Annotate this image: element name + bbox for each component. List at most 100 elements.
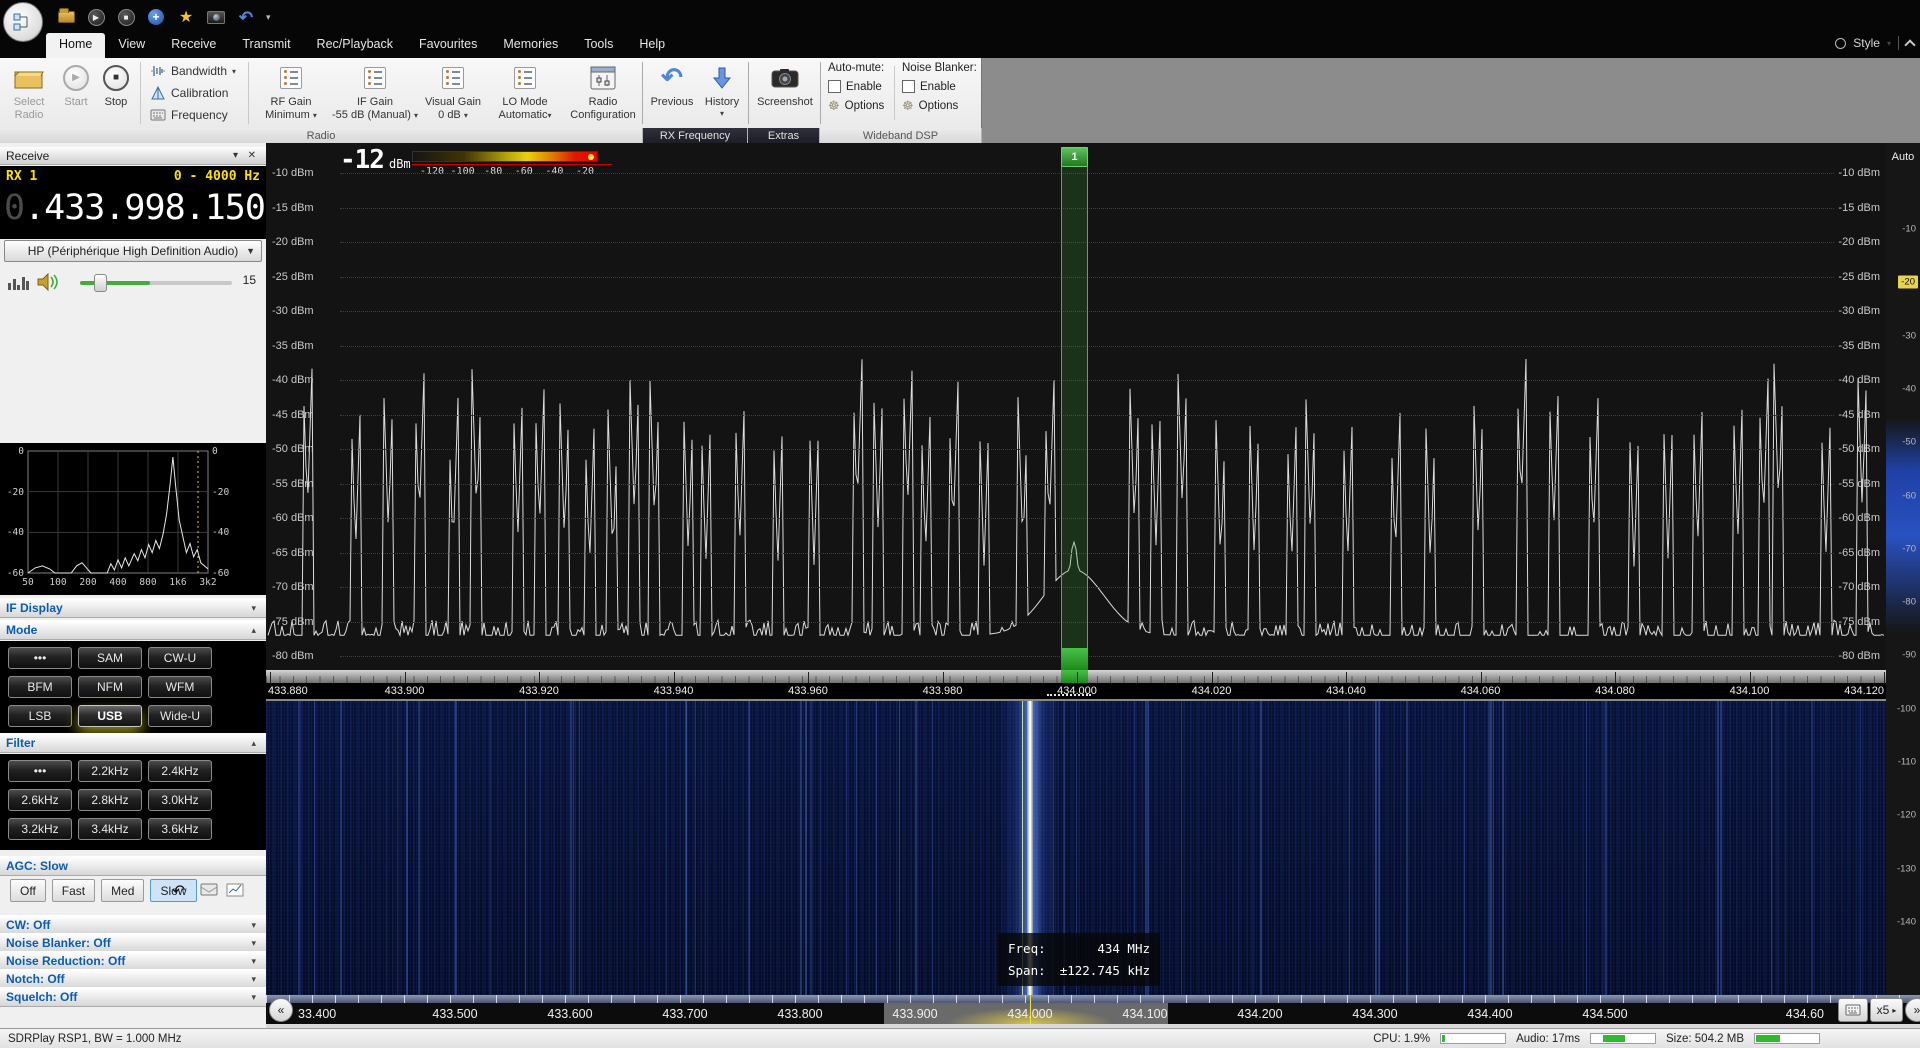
filter-button-2-4khz[interactable]: 2.4kHz — [148, 760, 212, 782]
waterfall-scroll-right-button[interactable]: » — [1905, 998, 1920, 1022]
open-folder-icon[interactable] — [56, 7, 76, 27]
waterfall-streak — [1493, 701, 1494, 995]
section-filter[interactable]: Filter▴ — [0, 733, 266, 753]
receive-panel-header[interactable]: Receive ▾ ✕ — [0, 147, 266, 165]
tab-receive[interactable]: Receive — [158, 33, 229, 58]
waterfall-scroll-left-button[interactable]: « — [269, 998, 293, 1022]
noise-blanker-options-button[interactable]: ☸Options — [902, 99, 978, 112]
start-icon[interactable]: ▶ — [86, 7, 106, 27]
spectrum-frequency-axis[interactable]: 433.880433.900433.920433.940433.960433.9… — [266, 670, 1886, 699]
screenshot-camera-icon — [771, 63, 799, 93]
collapse-ribbon-icon[interactable] — [1904, 39, 1915, 50]
tuned-band-overlay[interactable] — [1061, 147, 1088, 670]
favourite-star-icon[interactable]: ★ — [176, 7, 196, 27]
mode-button-usb[interactable]: USB — [78, 705, 142, 727]
filter-button-2-8khz[interactable]: 2.8kHz — [78, 789, 142, 811]
tab-transmit[interactable]: Transmit — [229, 33, 303, 58]
agc-undo-icon[interactable]: ↶ — [172, 881, 185, 901]
filter-button-3-2khz[interactable]: 3.2kHz — [8, 818, 72, 840]
speaker-icon[interactable] — [36, 272, 60, 292]
if-gain-button[interactable]: IF Gain -55 dB (Manual) ▾ — [330, 58, 420, 121]
filter-button-2-6khz[interactable]: 2.6kHz — [8, 789, 72, 811]
radio-configuration-button[interactable]: Radio Configuration — [566, 58, 640, 121]
tab-tools[interactable]: Tools — [571, 33, 626, 58]
screenshot-button[interactable]: Screenshot — [752, 58, 818, 109]
spectrum-display[interactable]: -12dBm -120-100-80-60-40-20 -10 dBm-10 d… — [266, 143, 1886, 670]
mode-button-wide-u[interactable]: Wide-U — [148, 705, 212, 727]
section-noise-blanker[interactable]: Noise Blanker: Off▾ — [0, 933, 266, 953]
mode-button-lsb[interactable]: LSB — [8, 705, 72, 727]
auto-range-label[interactable]: Auto — [1886, 151, 1920, 163]
section-if-display[interactable]: IF Display▾ — [0, 598, 266, 618]
mode-button-wfm[interactable]: WFM — [148, 676, 212, 698]
start-button[interactable]: ▶ Start — [58, 58, 94, 109]
section-cw[interactable]: CW: Off▾ — [0, 915, 266, 935]
previous-button[interactable]: ↶ Previous — [646, 58, 698, 109]
tab-rec-playback[interactable]: Rec/Playback — [304, 33, 406, 58]
undo-icon[interactable]: ↶ — [236, 7, 256, 27]
lo-mode-button[interactable]: LO Mode Automatic▾ — [488, 58, 562, 121]
stop-button[interactable]: ■ Stop — [98, 58, 134, 109]
agc-button-med[interactable]: Med — [101, 879, 144, 902]
stop-icon[interactable]: ■ — [116, 7, 136, 27]
tab-home[interactable]: Home — [46, 33, 105, 58]
waterfall-frequency-axis[interactable]: 33.400433.500433.600433.700433.800433.90… — [266, 995, 1920, 1028]
tab-favourites[interactable]: Favourites — [406, 33, 490, 58]
zoom-factor-button[interactable]: x5▸ — [1870, 998, 1903, 1022]
qat-customize-icon[interactable]: ▾ — [266, 12, 271, 23]
waterfall-streak — [876, 701, 877, 995]
noise-blanker-enable-checkbox[interactable]: Enable — [902, 80, 978, 93]
waterfall-level-scale[interactable]: Auto -10-20-30-40-50-60-70-80-90-100-110… — [1886, 143, 1920, 995]
keyboard-entry-button[interactable] — [1838, 998, 1868, 1022]
panel-close-icon[interactable]: ✕ — [248, 150, 256, 161]
visual-gain-button[interactable]: Visual Gain 0 dB ▾ — [422, 58, 484, 121]
frequency-button[interactable]: Frequency — [150, 108, 228, 122]
section-mode[interactable]: Mode▴ — [0, 620, 266, 640]
audio-spectrum-graph[interactable]: 501002004008001k63k20-20-40-600-20-40-60 — [0, 443, 266, 595]
agc-button-off[interactable]: Off — [10, 879, 46, 902]
calibration-button[interactable]: Calibration — [150, 86, 228, 100]
mode-button-nfm[interactable]: NFM — [78, 676, 142, 698]
mode-button-sam[interactable]: SAM — [78, 647, 142, 669]
rf-gain-button[interactable]: RF Gain Minimum ▾ — [254, 58, 328, 121]
tab-memories[interactable]: Memories — [490, 33, 571, 58]
section-noise-reduction[interactable]: Noise Reduction: Off▾ — [0, 951, 266, 971]
style-icon[interactable] — [1835, 38, 1846, 49]
volume-slider[interactable] — [80, 281, 232, 285]
screenshot-icon[interactable] — [206, 7, 226, 27]
mode-button-[interactable]: ••• — [8, 647, 72, 669]
equalizer-icon[interactable] — [8, 275, 29, 290]
select-radio-button[interactable]: Select Radio — [4, 58, 54, 121]
history-button[interactable]: History ▾ — [700, 58, 744, 118]
color-scale-bar[interactable] — [412, 151, 598, 162]
mode-button-bfm[interactable]: BFM — [8, 676, 72, 698]
filter-button-[interactable]: ••• — [8, 760, 72, 782]
previous-label: Previous — [651, 96, 694, 109]
filter-button-3-6khz[interactable]: 3.6kHz — [148, 818, 212, 840]
agc-chart-icon[interactable] — [226, 883, 244, 897]
section-squelch[interactable]: Squelch: Off▾ — [0, 987, 266, 1007]
filter-button-2-2khz[interactable]: 2.2kHz — [78, 760, 142, 782]
tab-view[interactable]: View — [105, 33, 158, 58]
style-caret-icon[interactable]: ▾ — [1887, 39, 1891, 48]
frequency-display[interactable]: 0.433.998.150 — [4, 188, 265, 228]
agc-button-fast[interactable]: Fast — [52, 879, 95, 902]
rx-marker[interactable]: 1 — [1061, 147, 1088, 167]
filter-button-3-0khz[interactable]: 3.0kHz — [148, 789, 212, 811]
add-icon[interactable]: + — [146, 7, 166, 27]
volume-slider-handle[interactable] — [94, 274, 107, 292]
style-label[interactable]: Style — [1853, 36, 1880, 50]
waterfall-display[interactable]: Freq:434 MHz Span:±122.745 kHz — [266, 701, 1886, 995]
auto-mute-options-button[interactable]: ☸Options — [828, 99, 890, 112]
audio-device-select[interactable]: HP (Périphérique High Definition Audio) … — [4, 240, 262, 262]
mode-button-cw-u[interactable]: CW-U — [148, 647, 212, 669]
section-notch[interactable]: Notch: Off▾ — [0, 969, 266, 989]
app-menu-button[interactable] — [3, 2, 43, 42]
tab-help[interactable]: Help — [626, 33, 678, 58]
panel-collapse-icon[interactable]: ▾ — [233, 150, 238, 161]
auto-mute-enable-checkbox[interactable]: Enable — [828, 80, 890, 93]
section-agc[interactable]: AGC: Slow — [0, 856, 266, 876]
filter-button-3-4khz[interactable]: 3.4kHz — [78, 818, 142, 840]
bandwidth-button[interactable]: Bandwidth▾ — [150, 64, 236, 78]
agc-monitor-icon[interactable] — [200, 883, 218, 897]
